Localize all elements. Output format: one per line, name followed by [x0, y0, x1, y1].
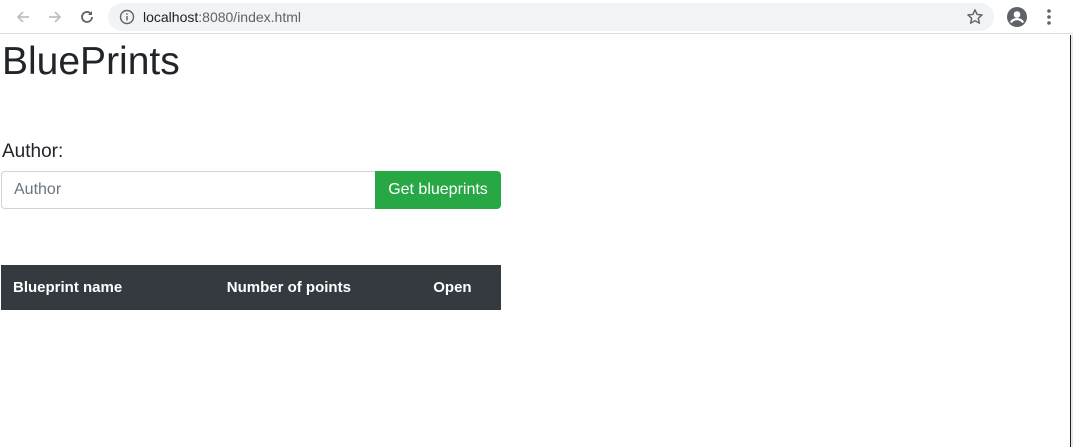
star-icon[interactable]	[966, 8, 984, 26]
url-path: :8080/index.html	[198, 9, 301, 25]
forward-arrow-icon	[49, 11, 62, 23]
table-header-row: Blueprint name Number of points Open	[1, 265, 501, 310]
address-bar[interactable]: localhost:8080/index.html	[108, 3, 994, 31]
blueprints-table: Blueprint name Number of points Open	[1, 265, 501, 310]
page-content: BluePrints Author: Get blueprints Bluepr…	[0, 35, 1071, 447]
profile-icon[interactable]	[1006, 6, 1028, 28]
back-arrow-icon	[16, 11, 29, 23]
header-open: Open	[433, 279, 472, 296]
header-number-of-points: Number of points	[226, 279, 351, 296]
header-blueprint-name: Blueprint name	[13, 279, 123, 296]
reload-icon	[81, 11, 93, 23]
get-blueprints-button[interactable]: Get blueprints	[375, 171, 501, 209]
author-label: Author:	[2, 141, 64, 162]
url-text[interactable]: localhost:8080/index.html	[143, 9, 301, 25]
info-icon[interactable]	[119, 9, 135, 25]
forward-button[interactable]	[43, 5, 67, 29]
author-input[interactable]	[1, 171, 376, 209]
browser-toolbar: localhost:8080/index.html	[0, 0, 1073, 34]
page-title: BluePrints	[2, 40, 180, 83]
url-host: localhost	[143, 9, 199, 25]
kebab-menu-icon[interactable]	[1040, 7, 1058, 27]
back-button[interactable]	[11, 5, 35, 29]
reload-button[interactable]	[75, 5, 99, 29]
